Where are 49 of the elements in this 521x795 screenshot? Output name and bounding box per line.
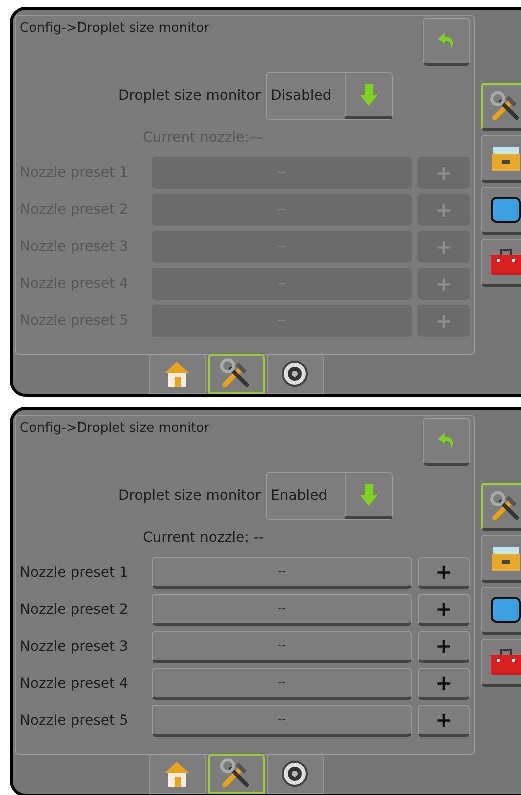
side-tab[interactable] [481,639,521,687]
preset-field[interactable]: -- [152,705,412,737]
preset-field[interactable]: -- [152,631,412,663]
preset-field: -- [152,231,412,263]
bottom-tab[interactable] [266,354,324,394]
preset-label: Nozzle preset 3 [20,638,130,656]
preset-label: Nozzle preset 2 [20,600,130,620]
preset-field: -- [152,268,412,300]
preset-label: Nozzle preset 5 [20,712,130,730]
current-nozzle-text: Current nozzle: -- [143,529,265,548]
add-button[interactable]: + [418,631,470,663]
screen-title: Config->Droplet size monitor [20,420,210,438]
side-tab[interactable] [481,535,521,583]
bottom-tab[interactable] [208,754,264,794]
disc-icon [280,759,310,789]
monitor-label: Droplet size monitor [118,86,262,106]
wrench-hammer-icon [489,490,521,524]
monitor-dropdown[interactable]: Disabled [266,72,393,120]
side-tab[interactable] [481,239,521,287]
add-button[interactable]: + [418,705,470,737]
side-tab[interactable] [481,135,521,183]
screen-icon [489,595,521,625]
preset-field[interactable]: -- [152,557,412,589]
bottom-tab[interactable] [266,754,324,794]
wrench-hammer-icon [489,90,521,124]
side-tab[interactable] [481,587,521,635]
disc-icon [280,359,310,389]
down-arrow-icon [359,482,379,508]
preset-field[interactable]: -- [152,668,412,700]
screen-title: Config->Droplet size monitor [20,20,210,38]
side-tab[interactable] [481,483,521,531]
add-button[interactable]: + [418,594,470,626]
preset-field: -- [152,305,412,337]
preset-label: Nozzle preset 1 [20,564,130,582]
down-arrow-icon [359,82,379,108]
bottom-tab[interactable] [208,354,264,394]
monitor-dropdown[interactable]: Enabled [266,472,393,520]
back-button[interactable] [423,418,470,466]
add-button[interactable]: + [418,557,470,589]
add-button[interactable]: + [418,668,470,700]
side-tab[interactable] [481,83,521,131]
preset-field: -- [152,157,412,189]
screen-icon [489,195,521,225]
back-button[interactable] [423,18,470,66]
monitor-label: Droplet size monitor [118,486,262,506]
side-tab[interactable] [481,187,521,235]
preset-field[interactable]: -- [152,594,412,626]
preset-label: Nozzle preset 4 [20,674,130,694]
preset-field: -- [152,194,412,226]
